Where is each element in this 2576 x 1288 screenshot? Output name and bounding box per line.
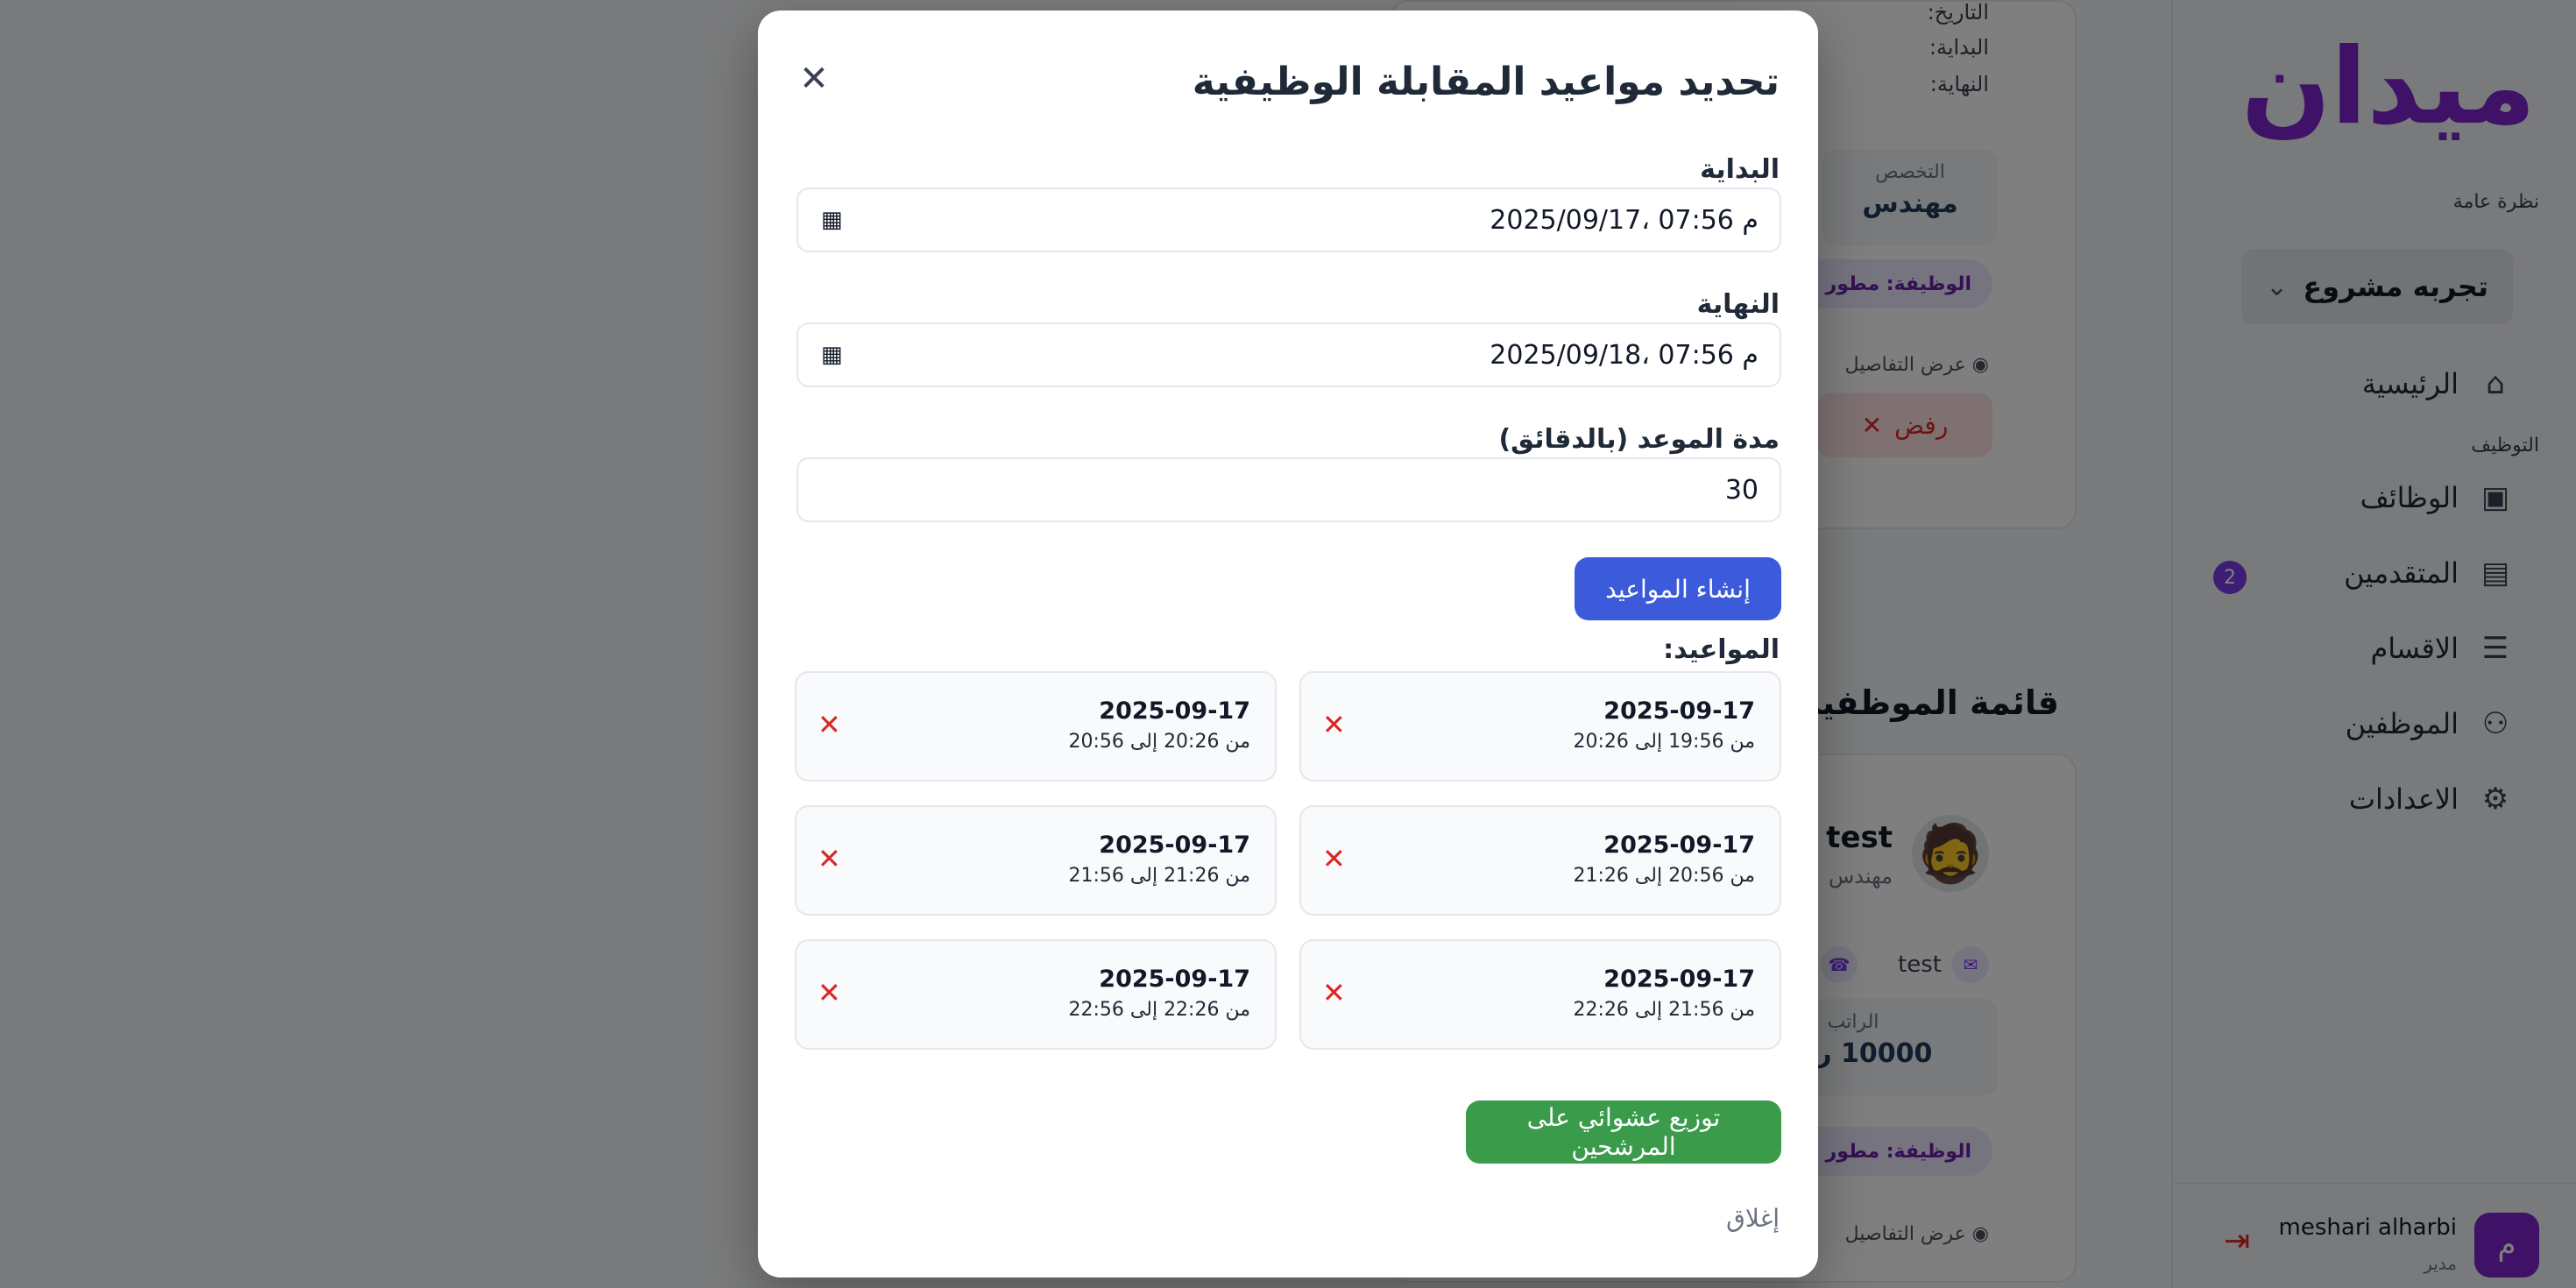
generate-slots-button[interactable]: إنشاء المواعيد — [1575, 557, 1781, 620]
slot-range: من 19:56 إلى 20:26 — [1573, 731, 1755, 753]
slot-date: 2025-09-17 — [1099, 697, 1250, 725]
slot-range: من 21:56 إلى 22:26 — [1573, 999, 1755, 1021]
end-datetime-input[interactable]: 2025/09/18، 07:56 م ▦ — [796, 322, 1781, 387]
end-label: النهاية — [1696, 289, 1780, 320]
slot-card: 2025-09-17 من 21:26 إلى 21:56 ✕ — [795, 805, 1277, 916]
slot-card: 2025-09-17 من 20:26 إلى 20:56 ✕ — [795, 671, 1277, 782]
random-distribute-button[interactable]: توزيع عشوائي على المرشحين — [1466, 1100, 1781, 1164]
slot-date: 2025-09-17 — [1603, 966, 1755, 993]
modal-title: تحديد مواعيد المقابلة الوظيفية — [1192, 60, 1780, 104]
remove-slot-icon[interactable]: ✕ — [1322, 976, 1346, 1009]
slot-card: 2025-09-17 من 21:56 إلى 22:26 ✕ — [1299, 939, 1781, 1050]
end-datetime-value: 2025/09/18، 07:56 م — [1490, 339, 1759, 371]
schedule-modal: تحديد مواعيد المقابلة الوظيفية ✕ البداية… — [758, 11, 1818, 1277]
remove-slot-icon[interactable]: ✕ — [817, 842, 841, 875]
remove-slot-icon[interactable]: ✕ — [1322, 842, 1346, 875]
remove-slot-icon[interactable]: ✕ — [1322, 708, 1346, 741]
duration-value: 30 — [1724, 474, 1759, 506]
slot-card: 2025-09-17 من 20:56 إلى 21:26 ✕ — [1299, 805, 1781, 916]
remove-slot-icon[interactable]: ✕ — [817, 708, 841, 741]
slot-card: 2025-09-17 من 19:56 إلى 20:26 ✕ — [1299, 671, 1781, 782]
slot-date: 2025-09-17 — [1099, 832, 1250, 859]
remove-slot-icon[interactable]: ✕ — [817, 976, 841, 1009]
scroll-fade — [758, 1242, 1818, 1277]
close-button[interactable]: إغلاق — [1726, 1204, 1780, 1233]
start-datetime-value: 2025/09/17، 07:56 م — [1490, 204, 1759, 236]
slot-date: 2025-09-17 — [1603, 697, 1755, 725]
start-label: البداية — [1700, 154, 1780, 185]
start-datetime-input[interactable]: 2025/09/17، 07:56 م ▦ — [796, 188, 1781, 252]
duration-input[interactable]: 30 — [796, 457, 1781, 522]
slot-date: 2025-09-17 — [1099, 966, 1250, 993]
slot-range: من 22:26 إلى 22:56 — [1068, 999, 1250, 1021]
duration-label: مدة الموعد (بالدقائق) — [1498, 424, 1780, 455]
calendar-icon[interactable]: ▦ — [821, 342, 843, 368]
slot-range: من 21:26 إلى 21:56 — [1068, 865, 1250, 887]
slot-date: 2025-09-17 — [1603, 832, 1755, 859]
slot-range: من 20:56 إلى 21:26 — [1573, 865, 1755, 887]
slots-label: المواعيد: — [1663, 634, 1780, 665]
calendar-icon[interactable]: ▦ — [821, 207, 843, 233]
slot-card: 2025-09-17 من 22:26 إلى 22:56 ✕ — [795, 939, 1277, 1050]
close-icon[interactable]: ✕ — [791, 56, 837, 102]
slot-range: من 20:26 إلى 20:56 — [1068, 731, 1250, 753]
